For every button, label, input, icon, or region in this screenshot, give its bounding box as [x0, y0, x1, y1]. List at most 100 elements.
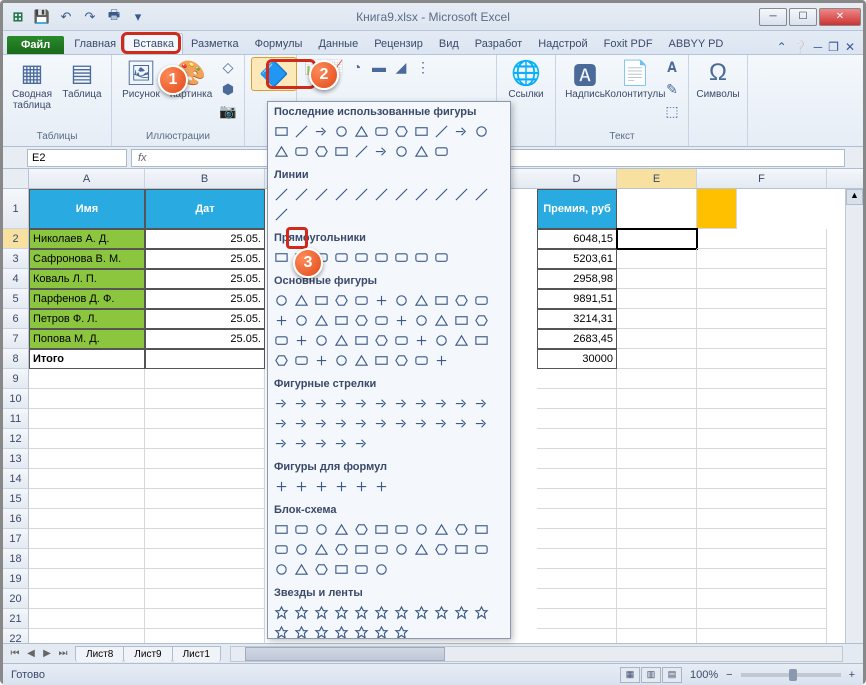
pie-chart-icon[interactable]: ◔: [347, 57, 367, 77]
col-d[interactable]: D: [537, 169, 617, 188]
shape-item[interactable]: [352, 414, 371, 433]
shape-item[interactable]: [412, 603, 431, 622]
shape-item[interactable]: [472, 331, 491, 350]
shape-item[interactable]: [272, 331, 291, 350]
shape-item[interactable]: [292, 477, 311, 496]
row-header[interactable]: 3: [3, 249, 29, 269]
shape-item[interactable]: [352, 351, 371, 370]
name-box[interactable]: E2: [27, 149, 127, 167]
shape-item[interactable]: [452, 122, 471, 141]
shape-item[interactable]: [392, 394, 411, 413]
shape-item[interactable]: [292, 142, 311, 161]
shape-item[interactable]: [272, 603, 291, 622]
shape-item[interactable]: [312, 351, 331, 370]
page-layout-icon[interactable]: ▥: [641, 667, 661, 683]
shape-item[interactable]: [332, 434, 351, 453]
shape-item[interactable]: [292, 540, 311, 559]
tab-view[interactable]: Вид: [431, 34, 467, 54]
shape-item[interactable]: [292, 122, 311, 141]
shape-item[interactable]: [272, 520, 291, 539]
shape-item[interactable]: [292, 623, 311, 639]
scroll-up-icon[interactable]: ▲: [846, 189, 863, 205]
row-header[interactable]: 18: [3, 549, 29, 569]
shape-item[interactable]: [412, 248, 431, 267]
cell-premium[interactable]: 9891,51: [537, 289, 617, 309]
shape-item[interactable]: [432, 540, 451, 559]
shape-item[interactable]: [452, 540, 471, 559]
zoom-level[interactable]: 100%: [690, 669, 718, 681]
shape-item[interactable]: [292, 311, 311, 330]
tab-formulas[interactable]: Формулы: [247, 34, 311, 54]
cell-e[interactable]: [617, 269, 697, 289]
col-e[interactable]: E: [617, 169, 697, 188]
shape-item[interactable]: [352, 122, 371, 141]
row-header[interactable]: 10: [3, 389, 29, 409]
cell-premium[interactable]: 3214,31: [537, 309, 617, 329]
shape-item[interactable]: [432, 291, 451, 310]
shape-item[interactable]: [312, 540, 331, 559]
shape-item[interactable]: [292, 560, 311, 579]
sheet-tab-1[interactable]: Лист1: [172, 646, 221, 662]
shape-item[interactable]: [312, 291, 331, 310]
shape-item[interactable]: [272, 142, 291, 161]
shape-item[interactable]: [352, 185, 371, 204]
shape-item[interactable]: [352, 142, 371, 161]
shape-item[interactable]: [452, 520, 471, 539]
tab-layout[interactable]: Разметка: [183, 34, 247, 54]
col-a[interactable]: A: [29, 169, 145, 188]
shape-item[interactable]: [332, 394, 351, 413]
shape-item[interactable]: [412, 122, 431, 141]
shape-item[interactable]: [292, 351, 311, 370]
row-header[interactable]: 22: [3, 629, 29, 643]
shape-item[interactable]: [312, 311, 331, 330]
shape-item[interactable]: [452, 331, 471, 350]
shape-item[interactable]: [432, 414, 451, 433]
shape-item[interactable]: [272, 477, 291, 496]
hyperlink-button[interactable]: 🌐 Ссылки: [503, 57, 549, 100]
sheet-prev-icon[interactable]: ◀: [23, 648, 39, 659]
shape-item[interactable]: [332, 414, 351, 433]
cell-premium[interactable]: 5203,61: [537, 249, 617, 269]
shape-item[interactable]: [272, 311, 291, 330]
shape-item[interactable]: [332, 248, 351, 267]
shape-item[interactable]: [332, 351, 351, 370]
undo-icon[interactable]: ↶: [55, 6, 77, 28]
shape-item[interactable]: [272, 122, 291, 141]
shape-item[interactable]: [452, 414, 471, 433]
tab-foxit[interactable]: Foxit PDF: [596, 34, 661, 54]
header-premium[interactable]: Премия, руб: [537, 189, 617, 229]
cell-name[interactable]: Сафронова В. М.: [29, 249, 145, 269]
row-header[interactable]: 16: [3, 509, 29, 529]
cell-total-label[interactable]: Итого: [29, 349, 145, 369]
normal-view-icon[interactable]: ▦: [620, 667, 640, 683]
cell-premium[interactable]: 2958,98: [537, 269, 617, 289]
shape-item[interactable]: [412, 520, 431, 539]
shape-item[interactable]: [452, 185, 471, 204]
smartart-small-icon[interactable]: ⬢: [218, 79, 238, 99]
shape-item[interactable]: [452, 311, 471, 330]
shape-item[interactable]: [412, 311, 431, 330]
row-header[interactable]: 11: [3, 409, 29, 429]
shape-item[interactable]: [272, 434, 291, 453]
redo-icon[interactable]: ↷: [79, 6, 101, 28]
cell-e[interactable]: [617, 289, 697, 309]
shape-item[interactable]: [312, 394, 331, 413]
shape-item[interactable]: [432, 142, 451, 161]
doc-min-icon[interactable]: ─: [814, 40, 823, 54]
shape-item[interactable]: [312, 477, 331, 496]
shape-item[interactable]: [332, 122, 351, 141]
shape-item[interactable]: [292, 185, 311, 204]
row-header[interactable]: 9: [3, 369, 29, 389]
shape-item[interactable]: [392, 623, 411, 639]
cell-e[interactable]: [617, 329, 697, 349]
doc-close-icon[interactable]: ✕: [845, 40, 855, 54]
shape-item[interactable]: [432, 311, 451, 330]
row-header[interactable]: 2: [3, 229, 29, 249]
minimize-ribbon-icon[interactable]: ⌃: [777, 40, 787, 54]
print-icon[interactable]: 🖶: [103, 6, 125, 28]
shape-item[interactable]: [332, 477, 351, 496]
shape-item[interactable]: [472, 122, 491, 141]
shape-item[interactable]: [332, 623, 351, 639]
shape-item[interactable]: [392, 291, 411, 310]
shape-item[interactable]: [272, 248, 291, 267]
